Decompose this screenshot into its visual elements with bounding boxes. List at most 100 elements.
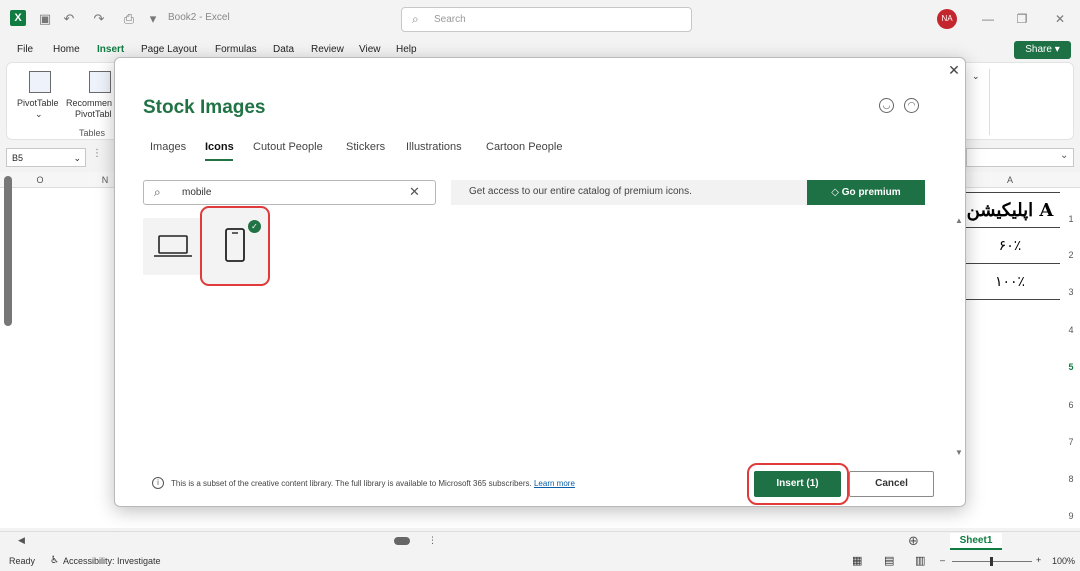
tab-insert[interactable]: Insert <box>97 44 124 55</box>
tab-view[interactable]: View <box>359 44 381 55</box>
share-button[interactable]: Share ▾ <box>1014 41 1071 59</box>
recommended-label-2[interactable]: PivotTabl <box>75 109 112 119</box>
row-number-selected[interactable]: 5 <box>1062 362 1080 372</box>
chevron-down-icon[interactable]: ⌄ <box>972 71 980 82</box>
row-number[interactable]: 9 <box>1062 511 1080 521</box>
normal-view-icon[interactable]: ▦ <box>852 554 862 567</box>
accessibility-status[interactable]: Accessibility: Investigate <box>63 556 161 566</box>
tab-icons[interactable]: Icons <box>205 141 234 153</box>
result-mobile-phone[interactable]: ✓ <box>200 206 270 286</box>
row-number[interactable]: 7 <box>1062 437 1080 447</box>
clear-search-icon[interactable]: ✕ <box>409 184 420 200</box>
sheet-tab[interactable]: Sheet1 <box>950 533 1002 550</box>
tab-formulas[interactable]: Formulas <box>215 44 257 55</box>
page-layout-view-icon[interactable]: ▤ <box>884 554 894 567</box>
scroll-up-icon[interactable]: ▲ <box>955 216 963 225</box>
scroll-left-icon[interactable]: ◀ <box>18 535 25 546</box>
ribbon-divider <box>989 69 990 135</box>
recommended-label-1[interactable]: Recommen <box>66 98 112 108</box>
pivottable-icon[interactable] <box>29 71 51 93</box>
tab-help[interactable]: Help <box>396 44 417 55</box>
stock-images-dialog: ✕ Stock Images ◡ ◠ Images Icons Cutout P… <box>114 57 966 507</box>
tab-images[interactable]: Images <box>150 141 186 153</box>
cell-a2[interactable]: ۶۰٪ <box>960 228 1060 264</box>
zoom-in-icon[interactable]: + <box>1036 555 1041 565</box>
chevron-down-icon[interactable]: ⌄ <box>1060 150 1068 161</box>
close-window-icon[interactable]: ✕ <box>1050 10 1070 28</box>
recommended-pivottables-icon[interactable] <box>89 71 111 93</box>
tab-cutout-people[interactable]: Cutout People <box>253 141 323 153</box>
name-box[interactable]: B5 ⌄ <box>6 148 86 167</box>
result-laptop[interactable] <box>143 218 203 275</box>
cell-a3[interactable]: ۱۰۰٪ <box>960 264 1060 300</box>
go-premium-button[interactable]: ◇ Go premium <box>807 180 925 205</box>
smile-feedback-icon[interactable]: ◡ <box>879 98 894 113</box>
close-icon[interactable]: ✕ <box>945 61 963 79</box>
cancel-button[interactable]: Cancel <box>849 471 934 497</box>
save-icon[interactable]: ▣ <box>36 10 54 28</box>
tab-home[interactable]: Home <box>53 44 80 55</box>
redo-icon[interactable]: ↷ <box>90 10 108 28</box>
quick-access-icon[interactable]: ⎙ <box>120 10 138 28</box>
info-text: This is a subset of the creative content… <box>171 479 575 488</box>
sheet-bar: ◀ ⋮ ⊕ Sheet1 <box>0 531 1080 551</box>
chevron-down-icon[interactable]: ⌄ <box>35 109 43 120</box>
pivottable-label[interactable]: PivotTable <box>17 98 59 108</box>
chevron-down-icon[interactable]: ⌄ <box>73 149 81 167</box>
ribbon-group-label: Tables <box>79 128 106 138</box>
laptop-icon <box>154 235 192 257</box>
insert-button[interactable]: Insert (1) <box>754 471 841 497</box>
add-sheet-icon[interactable]: ⊕ <box>908 533 919 549</box>
zoom-out-icon[interactable]: – <box>940 555 945 565</box>
formula-input[interactable] <box>966 148 1074 167</box>
frown-feedback-icon[interactable]: ◠ <box>904 98 919 113</box>
diamond-icon: ◇ <box>831 187 839 198</box>
info-text-body: This is a subset of the creative content… <box>171 479 532 488</box>
document-title: Book2 - Excel <box>168 12 230 23</box>
column-header-a[interactable]: A <box>990 172 1030 188</box>
row-number[interactable]: 6 <box>1062 400 1080 410</box>
search-value: mobile <box>182 187 212 198</box>
undo-icon[interactable]: ↶ <box>60 10 78 28</box>
minimize-icon[interactable]: — <box>978 10 998 28</box>
premium-banner: Get access to our entire catalog of prem… <box>451 180 925 205</box>
name-box-value: B5 <box>12 153 24 163</box>
horizontal-scrollbar[interactable] <box>394 537 410 545</box>
column-header-o[interactable]: O <box>20 172 60 188</box>
zoom-slider-thumb[interactable] <box>990 557 993 566</box>
vertical-scrollbar[interactable] <box>4 176 12 326</box>
tab-file[interactable]: File <box>17 44 33 55</box>
excel-logo-icon: X <box>10 10 26 26</box>
accessibility-icon[interactable]: ♿ <box>50 555 59 566</box>
search-placeholder: Search <box>434 14 466 25</box>
tab-data[interactable]: Data <box>273 44 294 55</box>
premium-text: Get access to our entire catalog of prem… <box>469 186 692 197</box>
status-bar: Ready ♿ Accessibility: Investigate ▦ ▤ ▥… <box>0 552 1080 571</box>
row-number[interactable]: 2 <box>1062 250 1080 260</box>
learn-more-link[interactable]: Learn more <box>534 479 575 488</box>
customize-qat-icon[interactable]: ▾ <box>144 10 162 28</box>
row-number[interactable]: 3 <box>1062 287 1080 297</box>
row-number[interactable]: 1 <box>1062 214 1080 224</box>
tab-review[interactable]: Review <box>311 44 344 55</box>
restore-icon[interactable]: ❐ <box>1012 10 1032 28</box>
avatar[interactable]: NA <box>937 9 957 29</box>
tab-stickers[interactable]: Stickers <box>346 141 385 153</box>
more-icon[interactable]: ⋮ <box>428 535 437 546</box>
page-break-view-icon[interactable]: ▥ <box>915 554 925 567</box>
tab-cartoon-people[interactable]: Cartoon People <box>486 141 562 153</box>
row-number[interactable]: 4 <box>1062 325 1080 335</box>
icon-search-input[interactable]: ⌕ mobile ✕ <box>143 180 436 205</box>
cell-a1[interactable]: اپلیکیشن A <box>960 192 1060 228</box>
row-number[interactable]: 8 <box>1062 474 1080 484</box>
tab-illustrations[interactable]: Illustrations <box>406 141 462 153</box>
scroll-down-icon[interactable]: ▼ <box>955 448 963 457</box>
zoom-level[interactable]: 100% <box>1052 556 1075 566</box>
mobile-phone-icon <box>225 228 245 262</box>
search-icon: ⌕ <box>412 12 419 26</box>
tab-page-layout[interactable]: Page Layout <box>141 44 197 55</box>
more-icon[interactable]: ⋮ <box>92 148 102 159</box>
info-icon: i <box>152 477 164 489</box>
search-icon: ⌕ <box>154 185 161 199</box>
search-input[interactable]: ⌕ Search <box>401 7 692 32</box>
